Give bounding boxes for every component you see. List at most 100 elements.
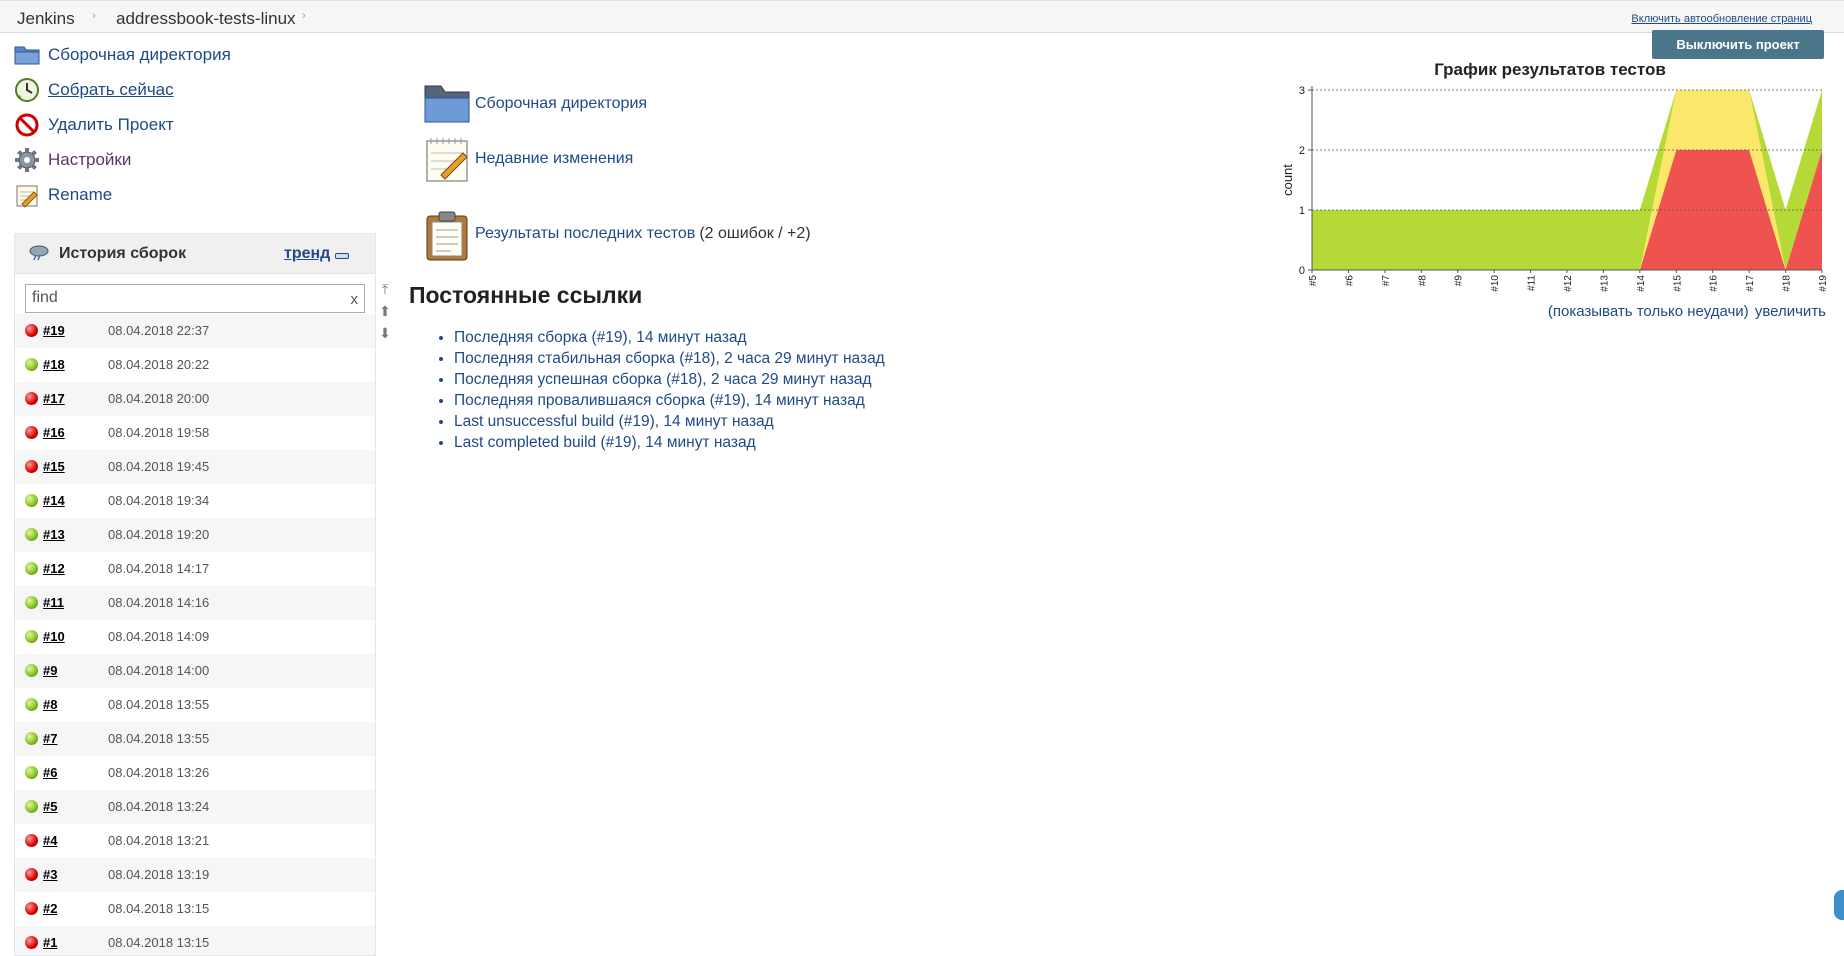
permalink-last-build[interactable]: Последняя сборка (#19), 14 минут назад [454, 329, 747, 346]
task-rename[interactable]: Rename [14, 180, 112, 210]
build-status-icon[interactable] [25, 664, 38, 677]
build-date[interactable]: 08.04.2018 19:34 [108, 493, 209, 508]
task-build-now[interactable]: Собрать сейчас [14, 75, 174, 105]
build-status-icon[interactable] [25, 460, 38, 473]
build-date[interactable]: 08.04.2018 13:15 [108, 901, 209, 916]
show-failures-only-link[interactable]: (показывать только неудачи) [1548, 303, 1749, 320]
build-row: #18 08.04.2018 20:22 [15, 348, 375, 382]
task-delete-project[interactable]: Удалить Проект [14, 110, 174, 140]
build-row: #17 08.04.2018 20:00 [15, 382, 375, 416]
build-status-icon[interactable] [25, 902, 38, 915]
task-build-now-label: Собрать сейчас [48, 80, 174, 99]
build-number-link[interactable]: #3 [43, 867, 57, 882]
build-status-icon[interactable] [25, 562, 38, 575]
build-search-placeholder: find [32, 289, 58, 306]
chart-links: (показывать только неудачи) увеличить [1546, 303, 1826, 320]
main-link-workspace[interactable]: Сборочная директория [423, 80, 647, 128]
build-status-icon[interactable] [25, 936, 38, 949]
build-number-link[interactable]: #7 [43, 731, 57, 746]
build-status-icon[interactable] [25, 698, 38, 711]
build-status-icon[interactable] [25, 630, 38, 643]
build-row: #6 08.04.2018 13:26 [15, 756, 375, 790]
build-status-icon[interactable] [25, 732, 38, 745]
main-link-test-results-label[interactable]: Результаты последних тестов [475, 225, 695, 243]
collapse-icon[interactable] [335, 253, 349, 259]
autorefresh-link[interactable]: Включить автообновление страниц [1631, 13, 1812, 25]
scroll-down-icon[interactable]: ⬇ [378, 326, 392, 340]
enlarge-chart-link[interactable]: увеличить [1755, 303, 1826, 320]
build-status-icon[interactable] [25, 800, 38, 813]
build-status-icon[interactable] [25, 494, 38, 507]
build-date[interactable]: 08.04.2018 20:00 [108, 391, 209, 406]
scroll-up-icon[interactable]: ⬆ [378, 304, 392, 318]
build-status-icon[interactable] [25, 596, 38, 609]
build-date[interactable]: 08.04.2018 19:45 [108, 459, 209, 474]
build-number-link[interactable]: #15 [43, 459, 65, 474]
chart-x-tick-label: #12 [1563, 275, 1574, 292]
permalink-last-failed[interactable]: Последняя провалившаяся сборка (#19), 14… [454, 392, 865, 409]
build-status-icon[interactable] [25, 324, 38, 337]
build-date[interactable]: 08.04.2018 13:24 [108, 799, 209, 814]
task-configure[interactable]: Настройки [14, 145, 131, 175]
chart-x-tick-label: #9 [1454, 275, 1465, 287]
build-number-link[interactable]: #19 [43, 323, 65, 338]
permalink-last-successful[interactable]: Последняя успешная сборка (#18), 2 часа … [454, 371, 872, 388]
build-status-icon[interactable] [25, 392, 38, 405]
build-status-icon[interactable] [25, 766, 38, 779]
build-date[interactable]: 08.04.2018 14:00 [108, 663, 209, 678]
build-number-link[interactable]: #5 [43, 799, 57, 814]
build-search-input[interactable]: find x [25, 284, 365, 313]
build-date[interactable]: 08.04.2018 14:16 [108, 595, 209, 610]
build-date[interactable]: 08.04.2018 13:55 [108, 731, 209, 746]
test-trend-chart[interactable]: 0 1 2 3 count #5 #6 #7 #8 #9 #10 #11 #12 #13 #14 #15 #16… [1270, 78, 1830, 300]
build-row: #16 08.04.2018 19:58 [15, 416, 375, 450]
permalink-last-completed[interactable]: Last completed build (#19), 14 минут наз… [454, 434, 756, 451]
build-date[interactable]: 08.04.2018 19:58 [108, 425, 209, 440]
task-workspace[interactable]: Сборочная директория [14, 40, 231, 70]
trend-link[interactable]: тренд [284, 245, 330, 263]
build-date[interactable]: 08.04.2018 14:09 [108, 629, 209, 644]
side-widget-tab[interactable] [1834, 890, 1844, 920]
breadcrumb-project[interactable]: addressbook-tests-linux [116, 9, 296, 29]
build-status-icon[interactable] [25, 358, 38, 371]
breadcrumb-jenkins[interactable]: Jenkins [17, 9, 75, 29]
build-date[interactable]: 08.04.2018 13:26 [108, 765, 209, 780]
permalink-last-stable[interactable]: Последняя стабильная сборка (#18), 2 час… [454, 350, 885, 367]
build-number-link[interactable]: #1 [43, 935, 57, 950]
build-date[interactable]: 08.04.2018 13:15 [108, 935, 209, 950]
build-number-link[interactable]: #12 [43, 561, 65, 576]
build-status-icon[interactable] [25, 868, 38, 881]
permalink-last-unsuccessful[interactable]: Last unsuccessful build (#19), 14 минут … [454, 413, 774, 430]
build-number-link[interactable]: #18 [43, 357, 65, 372]
build-number-link[interactable]: #13 [43, 527, 65, 542]
build-number-link[interactable]: #16 [43, 425, 65, 440]
breadcrumb-separator-icon[interactable]: › [302, 10, 306, 22]
main-link-changes-label[interactable]: Недавние изменения [475, 150, 633, 168]
main-link-test-results[interactable]: Результаты последних тестов (2 ошибок / … [423, 210, 811, 261]
build-date[interactable]: 08.04.2018 13:55 [108, 697, 209, 712]
build-number-link[interactable]: #2 [43, 901, 57, 916]
build-date[interactable]: 08.04.2018 22:37 [108, 323, 209, 338]
disable-project-button[interactable]: Выключить проект [1652, 30, 1824, 59]
build-date[interactable]: 08.04.2018 20:22 [108, 357, 209, 372]
build-number-link[interactable]: #17 [43, 391, 65, 406]
build-number-link[interactable]: #8 [43, 697, 57, 712]
build-status-icon[interactable] [25, 426, 38, 439]
clear-search-icon[interactable]: x [351, 291, 359, 308]
build-date[interactable]: 08.04.2018 19:20 [108, 527, 209, 542]
build-number-link[interactable]: #6 [43, 765, 57, 780]
scroll-top-icon[interactable]: ⤒ [378, 282, 392, 296]
build-date[interactable]: 08.04.2018 13:19 [108, 867, 209, 882]
build-status-icon[interactable] [25, 528, 38, 541]
build-date[interactable]: 08.04.2018 13:21 [108, 833, 209, 848]
build-date[interactable]: 08.04.2018 14:17 [108, 561, 209, 576]
build-number-link[interactable]: #9 [43, 663, 57, 678]
build-row: #19 08.04.2018 22:37 [15, 314, 375, 348]
build-number-link[interactable]: #10 [43, 629, 65, 644]
build-number-link[interactable]: #14 [43, 493, 65, 508]
build-number-link[interactable]: #11 [43, 595, 64, 610]
build-number-link[interactable]: #4 [43, 833, 57, 848]
main-link-changes[interactable]: Недавние изменения [423, 135, 633, 183]
main-link-workspace-label[interactable]: Сборочная директория [475, 95, 647, 113]
build-status-icon[interactable] [25, 834, 38, 847]
